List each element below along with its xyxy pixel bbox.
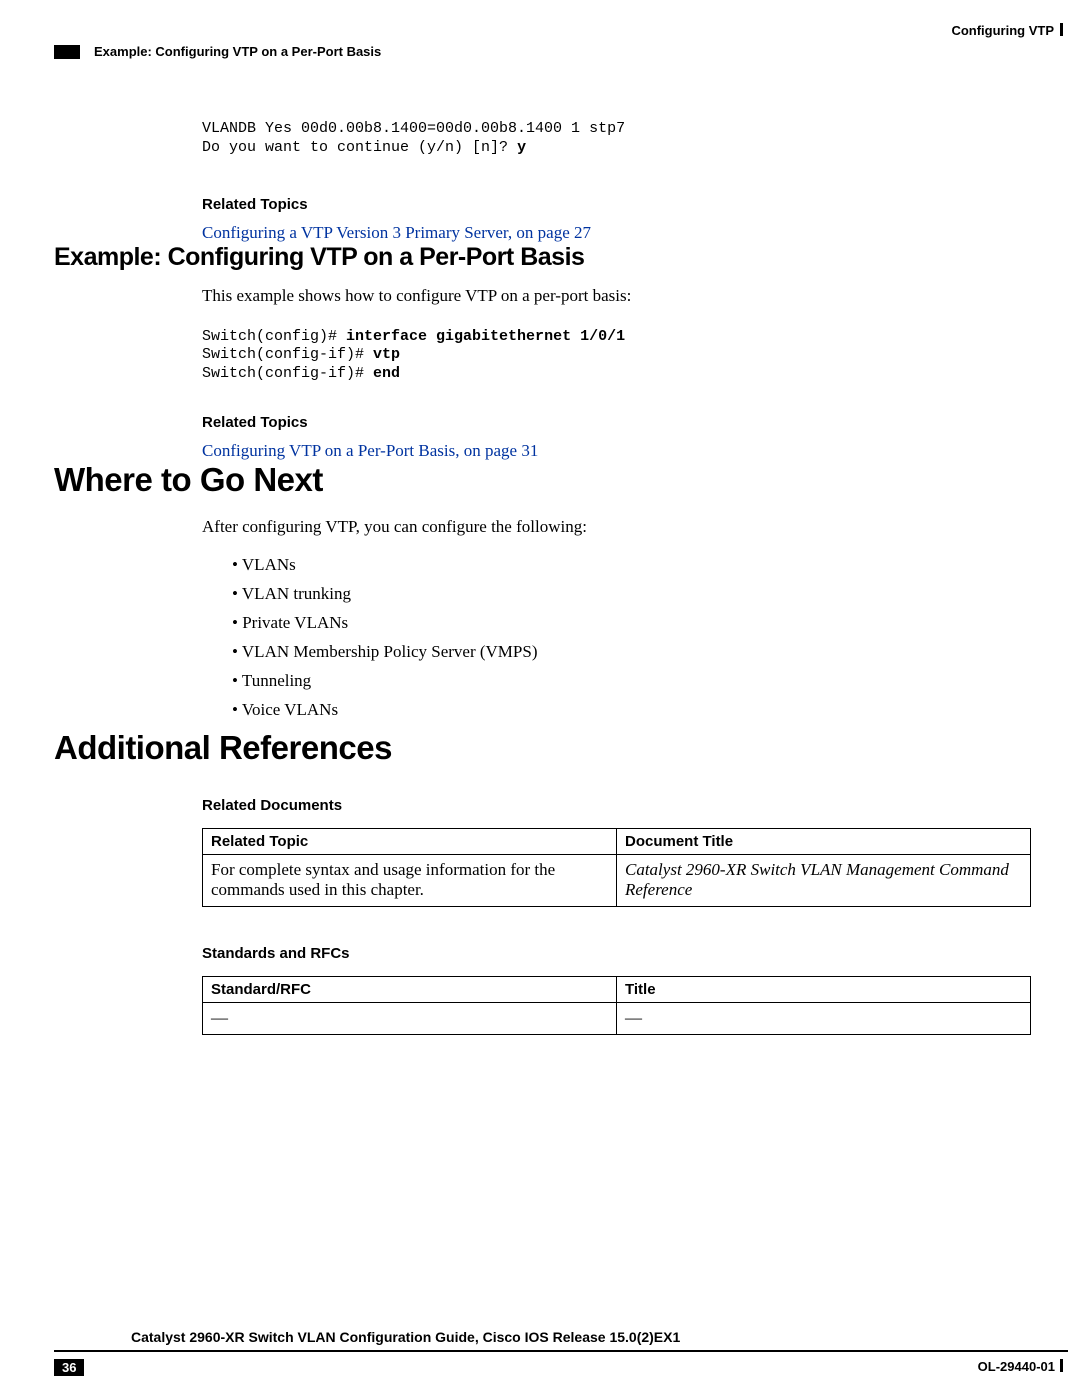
header-bar-icon <box>1060 23 1063 36</box>
heading-example-per-port: Example: Configuring VTP on a Per-Port B… <box>54 243 1068 272</box>
header-block-icon <box>54 45 80 59</box>
footer-doc-id: OL-29440-01 <box>978 1359 1063 1374</box>
list-item: VLANs <box>232 555 1068 575</box>
where-list: VLANs VLAN trunking Private VLANs VLAN M… <box>232 555 1068 720</box>
footer-bar-icon <box>1060 1359 1063 1372</box>
example-intro-wrap: This example shows how to configure VTP … <box>202 286 1056 306</box>
where-intro-wrap: After configuring VTP, you can configure… <box>202 517 1056 537</box>
table-header: Document Title <box>617 828 1031 854</box>
table-header: Title <box>617 976 1031 1002</box>
table-header: Standard/RFC <box>203 976 617 1002</box>
list-item: VLAN Membership Policy Server (VMPS) <box>232 642 1068 662</box>
header-breadcrumb: Example: Configuring VTP on a Per-Port B… <box>54 44 381 59</box>
related-topics-heading-2: Related Topics <box>202 414 1056 431</box>
code2-l2b: vtp <box>373 346 400 363</box>
footer-doc-id-text: OL-29440-01 <box>978 1359 1055 1374</box>
code2-l1b: interface gigabitethernet 1/0/1 <box>346 328 625 345</box>
page: Configuring VTP Example: Configuring VTP… <box>0 0 1080 1397</box>
code1-line2a: Do you want to continue (y/n) [n]? <box>202 139 517 156</box>
table-cell: For complete syntax and usage informatio… <box>203 854 617 906</box>
where-intro: After configuring VTP, you can configure… <box>202 517 1056 537</box>
header-breadcrumb-text: Example: Configuring VTP on a Per-Port B… <box>94 44 381 59</box>
related-documents-heading: Related Documents <box>202 797 1056 814</box>
page-number: 36 <box>54 1359 84 1376</box>
table-row: For complete syntax and usage informatio… <box>203 854 1031 906</box>
heading-additional-references: Additional References <box>54 729 1068 767</box>
related-documents-section: Related Documents Related Topic Document… <box>202 797 1056 907</box>
standards-section: Standards and RFCs Standard/RFC Title — … <box>202 945 1056 1035</box>
related-topics-heading: Related Topics <box>202 196 1056 213</box>
code2-l3b: end <box>373 365 400 382</box>
code2-l2a: Switch(config-if)# <box>202 346 373 363</box>
related-documents-table: Related Topic Document Title For complet… <box>202 828 1031 907</box>
code1-line1: VLANDB Yes 00d0.00b8.1400=00d0.00b8.1400… <box>202 120 625 137</box>
list-item: VLAN trunking <box>232 584 1068 604</box>
table-cell: — <box>203 1002 617 1034</box>
table-row: Related Topic Document Title <box>203 828 1031 854</box>
table-cell: Catalyst 2960-XR Switch VLAN Management … <box>617 854 1031 906</box>
footer-page-number: 36 <box>54 1359 84 1376</box>
footer-rule <box>54 1350 1068 1352</box>
standards-heading: Standards and RFCs <box>202 945 1056 962</box>
code2-l1a: Switch(config)# <box>202 328 346 345</box>
example-intro: This example shows how to configure VTP … <box>202 286 1056 306</box>
list-item: Voice VLANs <box>232 700 1068 720</box>
link-vtp-v3-primary-server[interactable]: Configuring a VTP Version 3 Primary Serv… <box>202 223 1056 243</box>
code1-line2b: y <box>517 139 526 156</box>
content-area: VLANDB Yes 00d0.00b8.1400=00d0.00b8.1400… <box>54 120 1068 1035</box>
table-cell: — <box>617 1002 1031 1034</box>
header-chapter-text: Configuring VTP <box>951 23 1054 38</box>
footer-guide-title: Catalyst 2960-XR Switch VLAN Configurati… <box>131 1329 680 1345</box>
link-vtp-per-port[interactable]: Configuring VTP on a Per-Port Basis, on … <box>202 441 1056 461</box>
table-row: — — <box>203 1002 1031 1034</box>
code-block-2: Switch(config)# interface gigabitetherne… <box>202 328 1056 384</box>
table-header: Related Topic <box>203 828 617 854</box>
list-item: Private VLANs <box>232 613 1068 633</box>
table-row: Standard/RFC Title <box>203 976 1031 1002</box>
code2-l3a: Switch(config-if)# <box>202 365 373 382</box>
heading-where-to-go-next: Where to Go Next <box>54 461 1068 499</box>
standards-table: Standard/RFC Title — — <box>202 976 1031 1035</box>
related-topics-1: Related Topics Configuring a VTP Version… <box>202 196 1056 243</box>
related-topics-2: Related Topics Configuring VTP on a Per-… <box>202 414 1056 461</box>
list-item: Tunneling <box>232 671 1068 691</box>
code-block-1: VLANDB Yes 00d0.00b8.1400=00d0.00b8.1400… <box>202 120 1056 158</box>
header-chapter: Configuring VTP <box>951 23 1063 38</box>
